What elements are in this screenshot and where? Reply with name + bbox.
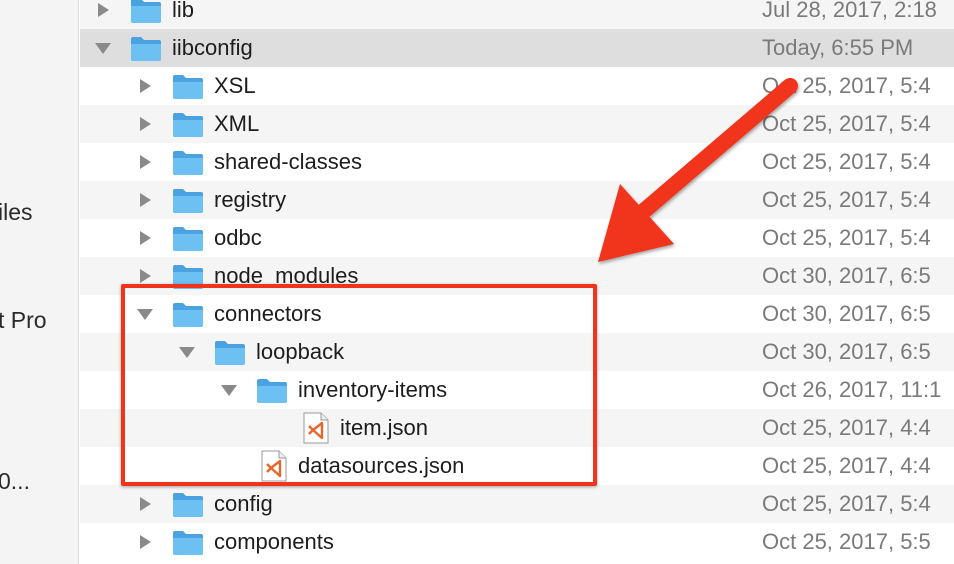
folder-icon [172, 528, 204, 556]
sidebar-item-files[interactable]: iles [0, 199, 33, 226]
file-row-shared-classes[interactable]: shared-classes Oct 25, 2017, 5:4 [80, 143, 954, 181]
folder-icon [172, 224, 204, 252]
file-row-xsl[interactable]: XSL Oct 25, 2017, 5:4 [80, 67, 954, 105]
annotation-highlight-box [121, 284, 597, 486]
file-row-components[interactable]: components Oct 25, 2017, 5:5 [80, 523, 954, 561]
date-modified: Oct 25, 2017, 4:4 [762, 415, 931, 440]
file-row-lib[interactable]: lib Jul 28, 2017, 2:18 [80, 0, 954, 29]
disclosure-triangle-right-icon[interactable] [136, 267, 154, 285]
folder-icon [172, 72, 204, 100]
file-name: shared-classes [214, 149, 362, 174]
sidebar: iles t Pro 0... [0, 0, 79, 564]
file-name: odbc [214, 225, 262, 250]
folder-icon [130, 34, 162, 62]
disclosure-triangle-right-icon[interactable] [136, 191, 154, 209]
sidebar-item-truncated[interactable]: 0... [0, 468, 30, 495]
date-modified: Oct 26, 2017, 11:1 [762, 377, 942, 402]
disclosure-triangle-right-icon[interactable] [136, 153, 154, 171]
date-modified: Oct 25, 2017, 5:5 [762, 529, 931, 554]
date-modified: Oct 30, 2017, 6:5 [762, 339, 931, 364]
disclosure-triangle-right-icon[interactable] [136, 533, 154, 551]
file-row-odbc[interactable]: odbc Oct 25, 2017, 5:4 [80, 219, 954, 257]
annotation-arrow-icon [598, 78, 798, 262]
disclosure-triangle-right-icon[interactable] [136, 229, 154, 247]
folder-icon [172, 490, 204, 518]
date-modified: Jul 28, 2017, 2:18 [762, 0, 937, 22]
file-row-xml[interactable]: XML Oct 25, 2017, 5:4 [80, 105, 954, 143]
date-modified: Oct 30, 2017, 6:5 [762, 301, 931, 326]
disclosure-triangle-right-icon[interactable] [136, 77, 154, 95]
file-name: config [214, 491, 273, 516]
file-name: lib [172, 0, 195, 22]
file-name: components [214, 529, 334, 554]
date-modified: Oct 25, 2017, 4:4 [762, 453, 931, 478]
folder-icon [130, 0, 162, 24]
folder-icon [172, 110, 204, 138]
folder-icon [172, 148, 204, 176]
file-row-iibconfig[interactable]: iibconfig Today, 6:55 PM [80, 29, 954, 67]
disclosure-triangle-right-icon[interactable] [136, 115, 154, 133]
disclosure-triangle-down-icon[interactable] [94, 39, 112, 57]
disclosure-triangle-right-icon[interactable] [94, 1, 112, 19]
file-name: XML [214, 111, 260, 136]
file-row-config[interactable]: config Oct 25, 2017, 5:4 [80, 485, 954, 523]
file-name: XSL [214, 73, 256, 98]
file-row-registry[interactable]: registry Oct 25, 2017, 5:4 [80, 181, 954, 219]
date-modified: Today, 6:55 PM [762, 35, 914, 60]
sidebar-item-pro[interactable]: t Pro [0, 307, 47, 334]
date-modified: Oct 25, 2017, 5:4 [762, 491, 931, 516]
file-name: iibconfig [172, 35, 253, 60]
file-name: registry [214, 187, 287, 212]
disclosure-triangle-right-icon[interactable] [136, 495, 154, 513]
folder-icon [172, 186, 204, 214]
